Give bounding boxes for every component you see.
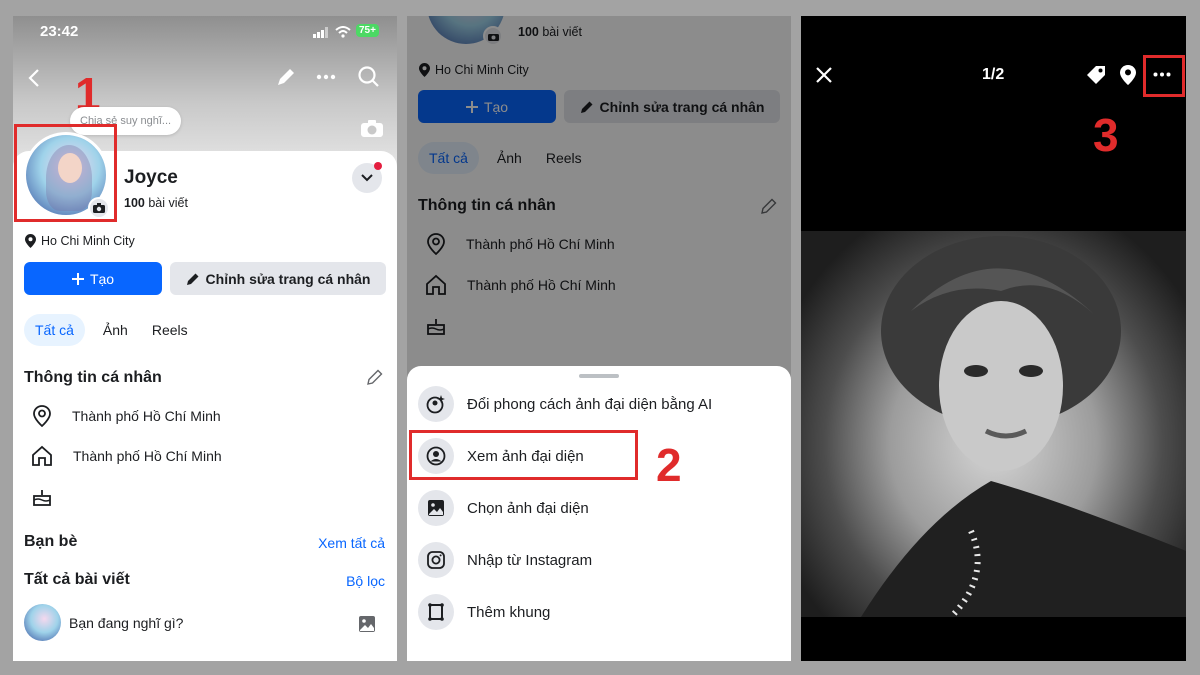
frame-icon	[418, 594, 454, 630]
ai-sparkle-icon	[418, 386, 454, 422]
menu-item-choose-avatar[interactable]: Chọn ảnh đại diện	[418, 490, 589, 526]
highlight-box-avatar	[14, 124, 117, 222]
profile-menu-screen: 100 bài viết Ho Chi Minh City Tạo Chỉnh …	[407, 16, 791, 661]
status-icons	[313, 26, 351, 38]
menu-item-ai-style[interactable]: Đổi phong cách ảnh đại diện bằng AI	[418, 386, 712, 422]
image-icon	[418, 490, 454, 526]
post-count: 100 bài viết	[124, 196, 188, 210]
birthday-cake-icon	[32, 487, 52, 507]
profile-tabs: Tất cả Ảnh Reels	[24, 314, 188, 346]
friends-title: Bạn bè	[24, 533, 78, 550]
chevron-down-icon	[361, 174, 373, 182]
edit-profile-label: Chỉnh sửa trang cá nhân	[205, 270, 371, 287]
menu-item-import-instagram[interactable]: Nhập từ Instagram	[418, 542, 592, 578]
tag-icon[interactable]	[1085, 64, 1107, 86]
tab-all[interactable]: Tất cả	[24, 314, 85, 346]
instagram-icon	[418, 542, 454, 578]
info-item-hometown: Thành phố Hồ Chí Minh	[31, 445, 222, 467]
profile-photo[interactable]	[801, 231, 1186, 617]
location-row: Ho Chi Minh City	[25, 234, 135, 248]
menu-item-choose-avatar-label: Chọn ảnh đại diện	[467, 499, 589, 517]
menu-item-ai-style-label: Đổi phong cách ảnh đại diện bằng AI	[467, 395, 713, 413]
battery-indicator: 75+	[356, 24, 379, 37]
menu-item-add-frame[interactable]: Thêm khung	[418, 594, 550, 630]
edit-pencil-icon	[186, 272, 200, 286]
photo-viewer-screen: 1/2 3	[801, 16, 1186, 661]
step-number-3: 3	[1093, 109, 1119, 161]
location-text: Ho Chi Minh City	[41, 234, 135, 248]
filter-link[interactable]: Bộ lọc	[346, 573, 385, 589]
bottom-sheet: Đổi phong cách ảnh đại diện bằng AI Xem …	[407, 366, 791, 661]
info-hometown-text: Thành phố Hồ Chí Minh	[73, 448, 222, 464]
highlight-box-view-avatar	[409, 430, 638, 480]
tab-photos[interactable]: Ảnh	[103, 322, 128, 338]
sheet-drag-handle[interactable]	[579, 374, 619, 378]
create-button[interactable]: Tạo	[24, 262, 162, 295]
plus-icon	[71, 272, 84, 285]
step-number-2: 2	[656, 439, 682, 491]
pencil-icon[interactable]	[275, 66, 297, 88]
highlight-box-more-options	[1143, 55, 1185, 97]
more-icon[interactable]	[316, 74, 336, 80]
create-button-label: Tạo	[89, 270, 115, 287]
search-icon[interactable]	[358, 66, 380, 88]
home-icon	[31, 445, 53, 467]
see-all-friends-link[interactable]: Xem tất cả	[318, 535, 385, 551]
photo-icon[interactable]	[358, 615, 376, 633]
location-outline-icon	[32, 405, 52, 427]
status-time: 23:42	[40, 23, 79, 40]
info-section-title: Thông tin cá nhân	[24, 369, 162, 386]
portrait-illustration	[861, 236, 1186, 617]
info-item-city: Thành phố Hồ Chí Minh	[32, 405, 221, 427]
wifi-icon	[335, 26, 351, 38]
menu-item-import-instagram-label: Nhập từ Instagram	[467, 551, 593, 569]
info-edit-icon[interactable]	[367, 369, 383, 385]
composer-placeholder: Bạn đang nghĩ gì?	[69, 614, 184, 631]
all-posts-title: Tất cả bài viết	[24, 571, 130, 588]
notification-dot	[374, 162, 382, 170]
menu-item-add-frame-label: Thêm khung	[467, 603, 551, 621]
post-count-label: bài viết	[148, 196, 188, 210]
tab-reels[interactable]: Reels	[152, 322, 188, 338]
back-icon[interactable]	[27, 68, 41, 88]
profile-name: Joyce	[124, 167, 178, 188]
photo-counter: 1/2	[982, 66, 1005, 83]
camera-icon[interactable]	[360, 118, 384, 138]
signal-icon	[313, 26, 329, 38]
location-icon[interactable]	[1119, 64, 1137, 86]
location-pin-icon	[25, 234, 36, 248]
close-icon[interactable]	[815, 66, 833, 84]
edit-profile-button[interactable]: Chỉnh sửa trang cá nhân	[170, 262, 386, 295]
post-composer[interactable]: Bạn đang nghĩ gì?	[24, 604, 183, 641]
post-count-number: 100	[124, 196, 145, 210]
info-city-text: Thành phố Hồ Chí Minh	[72, 408, 221, 424]
profile-screen: 23:42 75+ 1 Chia sẻ suy nghĩ... Joyce 10…	[13, 16, 397, 661]
composer-avatar	[24, 604, 61, 641]
